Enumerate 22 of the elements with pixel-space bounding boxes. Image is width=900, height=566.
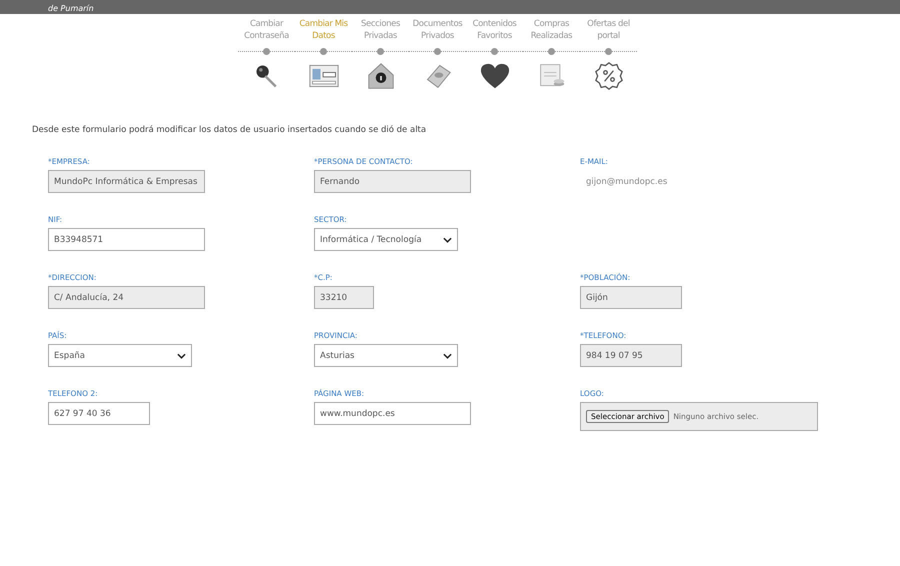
readonly-field: Fernando xyxy=(314,170,471,193)
email-value: gijon@mundopc.es xyxy=(585,176,668,188)
dropdown-field[interactable]: España xyxy=(48,344,192,367)
input-field[interactable]: B33948571 xyxy=(48,228,205,251)
chevron-down-icon xyxy=(443,352,452,358)
dropdown-field[interactable]: Asturias xyxy=(314,344,458,367)
chevron-down-icon xyxy=(177,352,186,358)
logo-text: de Pumarín xyxy=(48,4,94,14)
house-lock-icon[interactable] xyxy=(366,62,396,90)
heart-icon[interactable] xyxy=(480,62,510,90)
input-field[interactable]: 627 97 40 36 xyxy=(48,402,150,425)
percent-badge-icon[interactable] xyxy=(594,62,624,90)
contact-card-icon[interactable] xyxy=(308,62,338,90)
readonly-field: 33210 xyxy=(314,286,374,309)
readonly-field: MundoPc Informática & Empresas xyxy=(48,170,205,193)
readonly-field: C/ Andalucía, 24 xyxy=(48,286,205,309)
input-field[interactable]: www.mundopc.es xyxy=(314,402,471,425)
dropdown-field[interactable]: Informática / Tecnología xyxy=(314,228,458,251)
chevron-down-icon xyxy=(443,236,452,242)
intro-text: Desde este formulario podrá modificar los datos de usuario insertados cuando se dió de alta xyxy=(32,125,428,135)
readonly-field: Gijón xyxy=(580,286,682,309)
readonly-field: 984 19 07 95 xyxy=(580,344,682,367)
